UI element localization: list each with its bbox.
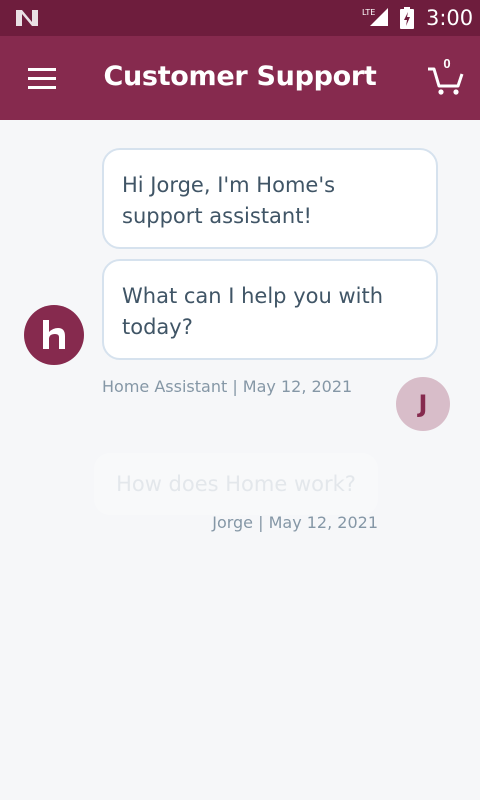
app-bar: Customer Support 0 [0, 36, 480, 120]
user-avatar: J [396, 377, 450, 431]
status-bar: LTE 3:00 [0, 0, 480, 36]
lte-signal-icon: LTE [362, 8, 388, 26]
user-message-bubble: How does Home work? [94, 453, 378, 515]
page-title: Customer Support [103, 61, 377, 92]
user-message-meta: Jorge | May 12, 2021 [212, 513, 378, 532]
svg-text:LTE: LTE [362, 8, 375, 17]
home-logo-icon [43, 320, 65, 349]
status-clock: 3:00 [426, 6, 474, 30]
message-text: How does Home work? [116, 472, 356, 496]
assistant-avatar [24, 305, 84, 365]
assistant-message-bubble: Hi Jorge, I'm Home's support assistant! [102, 148, 438, 249]
android-n-icon [16, 10, 38, 26]
assistant-message-meta: Home Assistant | May 12, 2021 [102, 377, 353, 396]
message-text: What can I help you with today? [122, 284, 384, 339]
assistant-message-bubble: What can I help you with today? [102, 259, 438, 360]
message-text: Hi Jorge, I'm Home's support assistant! [122, 173, 336, 228]
cart-count-badge: 0 [443, 56, 451, 71]
battery-charging-icon [400, 7, 414, 29]
